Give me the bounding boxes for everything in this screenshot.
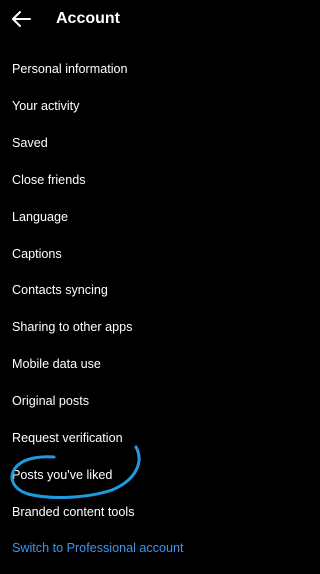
arrow-left-icon	[10, 8, 32, 30]
menu-item-label: Posts you've liked	[12, 467, 113, 482]
menu-item-your-activity[interactable]: Your activity	[0, 88, 314, 125]
menu-item-contacts-syncing[interactable]: Contacts syncing	[0, 272, 314, 309]
menu-item-posts-youve-liked[interactable]: Posts you've liked	[0, 456, 314, 493]
switch-to-professional-link[interactable]: Switch to Professional account	[0, 530, 314, 567]
page-title: Account	[56, 10, 120, 27]
menu-item-mobile-data-use[interactable]: Mobile data use	[0, 346, 314, 383]
menu-item-personal-information[interactable]: Personal information	[0, 51, 314, 88]
menu-item-language[interactable]: Language	[0, 198, 314, 235]
menu-item-label: Close friends	[12, 172, 86, 187]
menu-item-label: Saved	[12, 136, 48, 151]
menu-item-close-friends[interactable]: Close friends	[0, 162, 314, 199]
menu-item-label: Language	[12, 209, 69, 224]
menu-item-label: Sharing to other apps	[12, 320, 133, 335]
menu-item-label: Your activity	[12, 99, 80, 114]
menu-item-label: Personal information	[12, 62, 128, 77]
menu-item-label: Request verification	[12, 430, 123, 445]
menu-item-sharing-to-other-apps[interactable]: Sharing to other apps	[0, 309, 314, 346]
menu-item-branded-content-tools[interactable]: Branded content tools	[0, 493, 314, 530]
menu-item-label: Branded content tools	[12, 504, 135, 519]
menu-item-label: Contacts syncing	[12, 283, 108, 298]
app-header: Account	[0, 0, 314, 40]
menu-item-saved[interactable]: Saved	[0, 125, 314, 162]
back-button[interactable]	[10, 8, 32, 30]
menu-item-label: Original posts	[12, 394, 89, 409]
menu-item-label: Captions	[12, 246, 62, 261]
menu-item-captions[interactable]: Captions	[0, 235, 314, 272]
menu-item-label: Mobile data use	[12, 357, 101, 372]
account-settings-list: Personal information Your activity Saved…	[0, 51, 314, 567]
menu-item-request-verification[interactable]: Request verification	[0, 419, 314, 456]
menu-item-original-posts[interactable]: Original posts	[0, 383, 314, 420]
professional-link-label: Switch to Professional account	[12, 541, 184, 556]
